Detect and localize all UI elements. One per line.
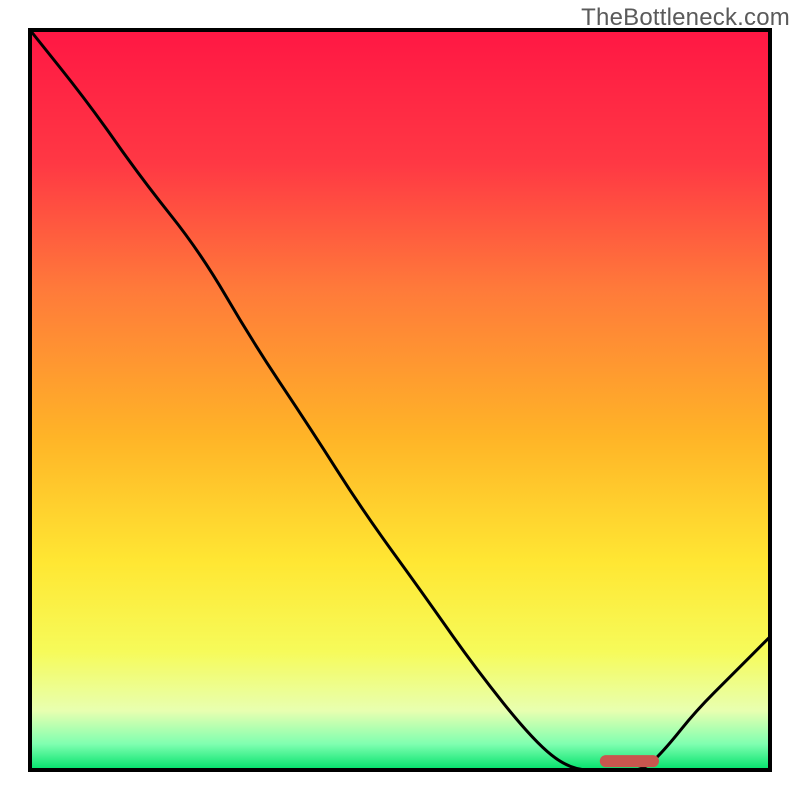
chart-container: TheBottleneck.com bbox=[0, 0, 800, 800]
bottleneck-chart bbox=[0, 0, 800, 800]
optimal-marker bbox=[600, 755, 659, 767]
plot-background bbox=[30, 30, 770, 770]
watermark-text: TheBottleneck.com bbox=[581, 4, 790, 32]
